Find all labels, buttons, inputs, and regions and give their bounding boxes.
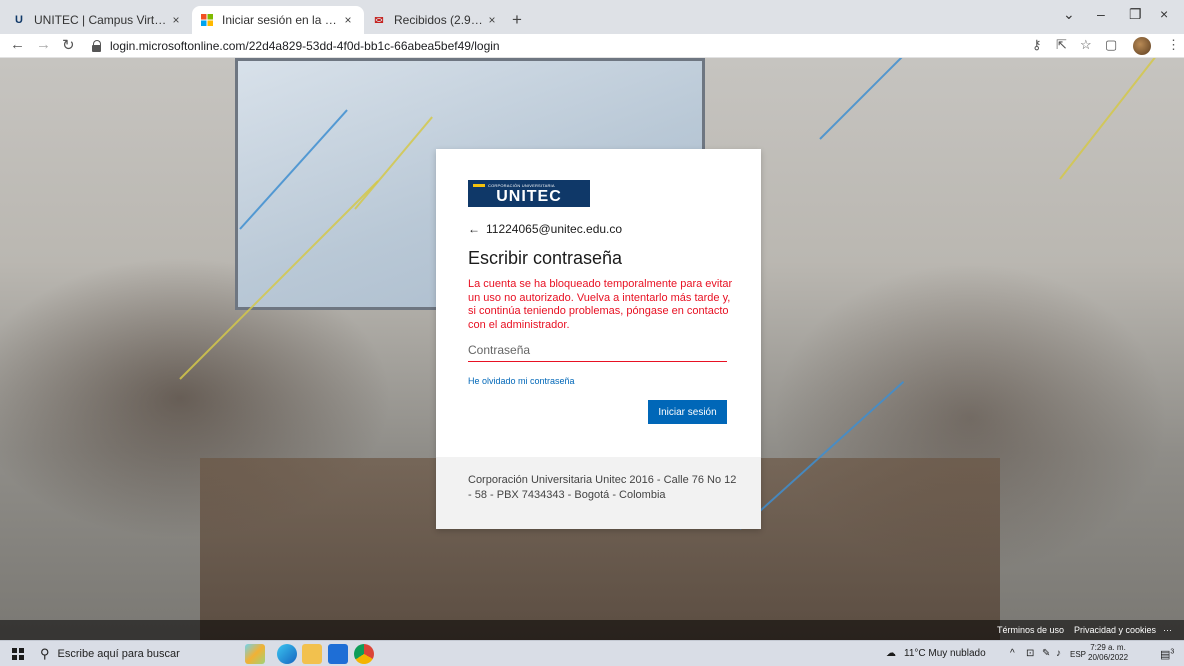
- minimize-button[interactable]: –: [1097, 6, 1105, 22]
- back-arrow-icon[interactable]: ←: [468, 222, 480, 236]
- taskbar: ⚲ Escribe aquí para buscar ☁ 11°C Muy nu…: [0, 640, 1184, 666]
- cloud-icon[interactable]: ☁: [886, 648, 896, 659]
- clock[interactable]: 7:29 a. m. 20/06/2022: [1088, 643, 1128, 663]
- error-message: La cuenta se ha bloqueado temporalmente …: [468, 278, 733, 331]
- identity-email: 11224065@unitec.edu.co: [486, 222, 623, 236]
- pen-icon[interactable]: ✎: [1042, 648, 1050, 659]
- search-placeholder: Escribe aquí para buscar: [57, 648, 180, 660]
- search-icon: ⚲: [40, 646, 50, 661]
- clock-time: 7:29 a. m.: [1090, 643, 1126, 652]
- widgets-icon[interactable]: [245, 644, 265, 664]
- logo-text: UNITEC: [496, 188, 562, 205]
- unitec-favicon-icon: U: [15, 14, 23, 26]
- address-bar[interactable]: login.microsoftonline.com/22d4a829-53dd-…: [92, 35, 1027, 57]
- logo-accent-bar: [473, 184, 485, 187]
- new-tab-button[interactable]: +: [512, 10, 522, 30]
- mail-icon[interactable]: [328, 644, 348, 664]
- volume-icon[interactable]: ♪: [1056, 648, 1061, 659]
- close-tab-icon[interactable]: ×: [340, 13, 356, 27]
- tab-login[interactable]: Iniciar sesión en la cuenta ×: [192, 6, 364, 34]
- browser-toolbar: ← → ↻ login.microsoftonline.com/22d4a829…: [0, 34, 1184, 58]
- tab-title: UNITEC | Campus Virtual: [34, 13, 168, 27]
- forward-arrow-icon[interactable]: →: [36, 36, 51, 53]
- tab-search-dropdown-icon[interactable]: ⌄: [1063, 6, 1075, 23]
- organization-footer-text: Corporación Universitaria Unitec 2016 - …: [468, 474, 737, 501]
- privacy-link[interactable]: Privacidad y cookies: [1074, 625, 1156, 635]
- terms-link[interactable]: Términos de uso: [997, 625, 1064, 635]
- close-tab-icon[interactable]: ×: [484, 13, 500, 27]
- taskbar-search[interactable]: ⚲ Escribe aquí para buscar: [40, 643, 230, 665]
- restore-button[interactable]: ❐: [1129, 6, 1142, 23]
- tab-mail[interactable]: ✉ Recibidos (2.980) - londono.paol ×: [364, 6, 508, 34]
- notification-count: 3: [1170, 648, 1175, 656]
- decorative-stripe: [819, 58, 920, 140]
- profile-avatar[interactable]: [1133, 37, 1151, 55]
- network-icon[interactable]: ⊡: [1026, 648, 1034, 659]
- tab-title: Iniciar sesión en la cuenta: [222, 13, 340, 27]
- browser-menu-icon[interactable]: ⋮: [1167, 37, 1180, 53]
- chevron-up-icon[interactable]: ^: [1010, 648, 1015, 659]
- more-options-icon[interactable]: ···: [1163, 625, 1172, 635]
- language-indicator[interactable]: ESP: [1070, 650, 1086, 659]
- mail-favicon-icon: ✉: [374, 14, 384, 27]
- decorative-stripe: [1059, 58, 1172, 180]
- tab-strip: U UNITEC | Campus Virtual × Iniciar sesi…: [0, 0, 1184, 34]
- url-text: login.microsoftonline.com/22d4a829-53dd-…: [110, 39, 500, 53]
- notifications-icon[interactable]: ▤3: [1160, 648, 1174, 661]
- file-explorer-icon[interactable]: [302, 644, 322, 664]
- unitec-logo: CORPORACIÓN UNIVERSITARIA UNITEC: [468, 180, 590, 207]
- sign-in-button[interactable]: Iniciar sesión: [648, 400, 727, 424]
- forgot-password-link[interactable]: He olvidado mi contraseña: [468, 376, 575, 386]
- close-window-button[interactable]: ×: [1160, 6, 1168, 22]
- microsoft-favicon-icon: [200, 13, 214, 27]
- login-card: CORPORACIÓN UNIVERSITARIA UNITEC ← 11224…: [436, 149, 761, 529]
- weather-text[interactable]: 11°C Muy nublado: [904, 648, 986, 659]
- back-arrow-icon[interactable]: ←: [10, 36, 25, 53]
- key-icon[interactable]: ⚷: [1032, 37, 1042, 53]
- share-icon[interactable]: ⇱: [1056, 37, 1067, 53]
- chrome-icon[interactable]: [354, 644, 374, 664]
- identity-banner[interactable]: ← 11224065@unitec.edu.co: [468, 222, 622, 236]
- password-input[interactable]: [468, 338, 727, 362]
- clock-date: 20/06/2022: [1088, 653, 1129, 662]
- sidebar-icon[interactable]: ▢: [1105, 37, 1117, 53]
- lock-icon: [92, 40, 102, 52]
- close-tab-icon[interactable]: ×: [168, 13, 184, 27]
- windows-start-icon[interactable]: [12, 648, 24, 660]
- tab-unitec-campus[interactable]: U UNITEC | Campus Virtual ×: [4, 6, 192, 34]
- bookmark-star-icon[interactable]: ☆: [1080, 37, 1092, 53]
- reload-icon[interactable]: ↻: [62, 36, 75, 54]
- page-title: Escribir contraseña: [468, 248, 623, 268]
- edge-icon[interactable]: [277, 644, 297, 664]
- tab-title: Recibidos (2.980) - londono.paol: [394, 13, 484, 27]
- card-footer: Corporación Universitaria Unitec 2016 - …: [436, 457, 761, 529]
